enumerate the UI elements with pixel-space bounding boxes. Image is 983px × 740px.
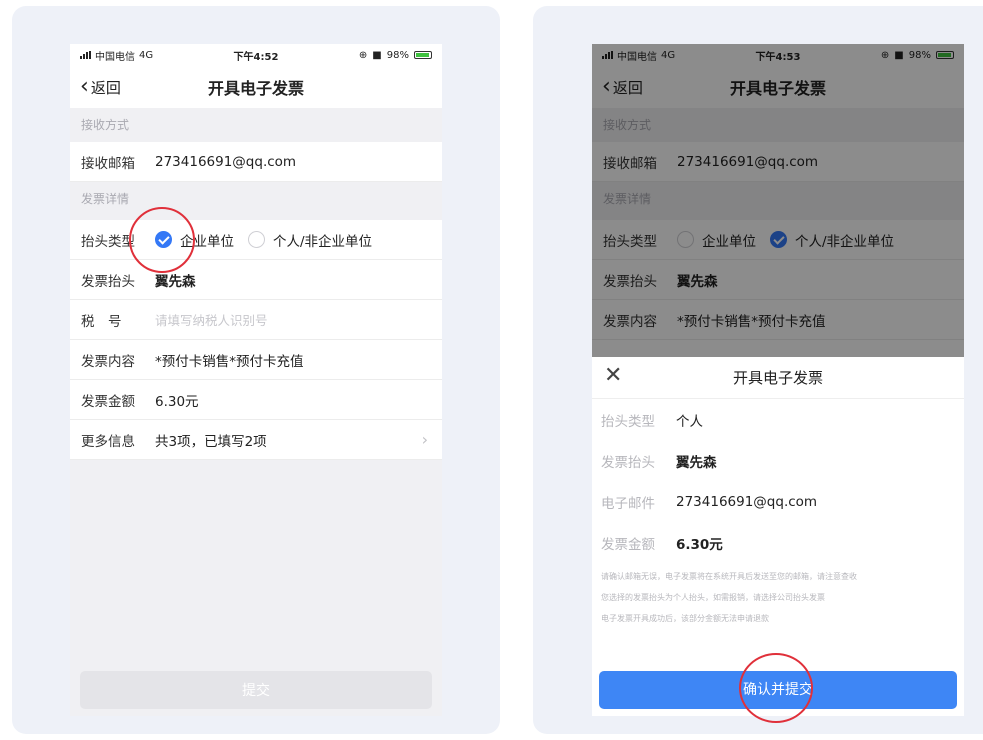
- note-text: 您选择的发票抬头为个人抬头，如需报销，请选择公司抬头发票: [601, 593, 825, 602]
- sheet-header: ✕ 开具电子发票: [592, 357, 964, 399]
- sheet-row-label: 发票抬头: [601, 454, 655, 471]
- submit-button[interactable]: 提交: [80, 671, 432, 709]
- status-bar: 中国电信 4G 下午4:52 ⊕ ■ 98%: [70, 44, 442, 66]
- radio-checked-icon: [155, 231, 172, 248]
- alarm-icon: ⊕: [358, 49, 368, 61]
- note-text: 请确认邮箱无误，电子发票将在系统开具后发送至您的邮箱，请注意查收: [601, 572, 857, 581]
- confirm-sheet: ✕ 开具电子发票 抬头类型 个人 发票抬头 翼先森 电子邮件 273416691…: [592, 357, 964, 716]
- carrier-name: 中国电信: [95, 51, 135, 63]
- phone-screen-form: 中国电信 4G 下午4:52 ⊕ ■ 98% ‹ 返回 开具电子发票 接收方式 …: [70, 44, 442, 716]
- header-type-row: 抬头类型 企业单位 个人/非企业单位: [70, 220, 442, 260]
- sheet-row-label: 电子邮件: [601, 495, 655, 512]
- sheet-row-value: 273416691@qq.com: [676, 493, 818, 510]
- confirm-submit-button[interactable]: 确认并提交: [599, 671, 957, 709]
- email-label: 接收邮箱: [81, 155, 135, 172]
- sheet-row: 发票金额 6.30元: [592, 522, 964, 563]
- sheet-row-label: 抬头类型: [601, 413, 655, 430]
- invoice-header-label: 发票抬头: [81, 273, 135, 290]
- tax-id-row[interactable]: 税 号 请填写纳税人识别号: [70, 300, 442, 340]
- battery-icon: [413, 51, 432, 59]
- signal-icon: [80, 51, 91, 59]
- radio-personal-label: 个人/非企业单位: [273, 233, 373, 250]
- more-info-label: 更多信息: [81, 433, 135, 450]
- invoice-content-label: 发票内容: [81, 353, 135, 370]
- invoice-header-value: 翼先森: [155, 273, 196, 290]
- invoice-content-row: 发票内容 *预付卡销售*预付卡充值: [70, 340, 442, 380]
- radio-unchecked-icon: [248, 231, 265, 248]
- chevron-left-icon: ‹: [80, 74, 89, 99]
- amount-value: 6.30元: [155, 393, 199, 410]
- sheet-row-label: 发票金额: [601, 536, 655, 553]
- nav-bar: ‹ 返回 开具电子发票: [70, 66, 442, 108]
- phone-screen-confirm: 中国电信 4G 下午4:53 ⊕ ■ 98% ‹ 返回 开具电子发票 接收方式 …: [592, 44, 964, 716]
- radio-enterprise-label: 企业单位: [180, 233, 234, 250]
- back-button[interactable]: ‹ 返回: [80, 76, 121, 98]
- chevron-right-icon: ›: [421, 430, 428, 449]
- section-detail: 发票详情: [70, 182, 442, 216]
- radio-personal[interactable]: 个人/非企业单位: [248, 230, 372, 250]
- amount-row: 发票金额 6.30元: [70, 380, 442, 420]
- email-value: 273416691@qq.com: [155, 153, 297, 170]
- sheet-row-value: 个人: [676, 413, 703, 430]
- more-info-value: 共3项，已填写2项: [155, 433, 267, 450]
- sheet-row: 抬头类型 个人: [592, 399, 964, 440]
- battery-percent: 98%: [386, 49, 409, 61]
- sheet-row-value: 6.30元: [676, 536, 723, 553]
- email-row[interactable]: 接收邮箱 273416691@qq.com: [70, 142, 442, 182]
- tax-id-label: 税 号: [81, 313, 122, 330]
- note-text: 电子发票开具成功后，该部分金额无法申请退款: [601, 614, 769, 623]
- radio-enterprise[interactable]: 企业单位: [155, 230, 234, 250]
- amount-label: 发票金额: [81, 393, 135, 410]
- sheet-row: 电子邮件 273416691@qq.com: [592, 481, 964, 522]
- sheet-row: 发票抬头 翼先森: [592, 440, 964, 481]
- lock-icon: ■: [372, 49, 382, 61]
- sheet-row-value: 翼先森: [676, 454, 717, 471]
- sheet-title: 开具电子发票: [732, 369, 823, 387]
- page-title: 开具电子发票: [207, 79, 304, 98]
- back-label: 返回: [90, 78, 121, 97]
- more-info-row[interactable]: 更多信息 共3项，已填写2项 ›: [70, 420, 442, 460]
- header-type-label: 抬头类型: [81, 233, 135, 250]
- tax-id-input[interactable]: 请填写纳税人识别号: [155, 310, 268, 329]
- network-type: 4G: [139, 49, 154, 61]
- sheet-notes: 请确认邮箱无误，电子发票将在系统开具后发送至您的邮箱，请注意查收 您选择的发票抬…: [592, 563, 964, 625]
- section-receive: 接收方式: [70, 108, 442, 142]
- invoice-content-value: *预付卡销售*预付卡充值: [155, 353, 304, 370]
- status-time: 下午4:52: [233, 51, 279, 63]
- close-icon[interactable]: ✕: [604, 365, 622, 387]
- modal-backdrop[interactable]: [592, 44, 964, 357]
- invoice-header-row[interactable]: 发票抬头 翼先森: [70, 260, 442, 300]
